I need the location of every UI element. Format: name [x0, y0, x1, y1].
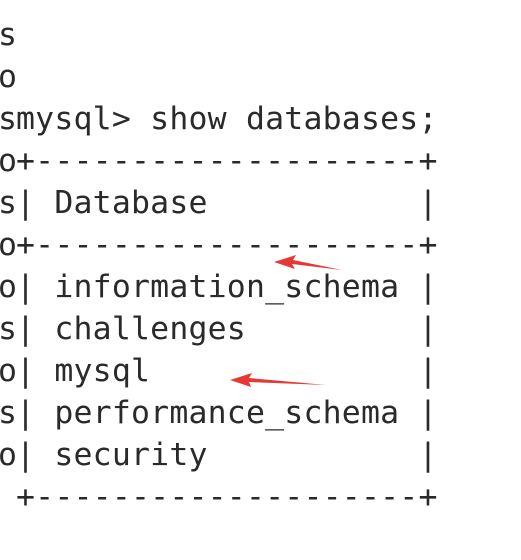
table-row: o | information_schema | [0, 182, 437, 305]
table-row: o | performance_schema | [0, 308, 437, 431]
table-row: o | challenges | [0, 224, 437, 347]
table-row: s | security | [0, 350, 437, 473]
row-security: | security | [16, 437, 438, 473]
table-top-border: s +--------------------+ [0, 56, 437, 179]
terminal-window[interactable]: s o mysql> show databases; s +----------… [0, 0, 521, 515]
row-performance-schema: | performance_schema | [16, 395, 438, 431]
table-header-row: o | Database | [0, 98, 437, 221]
mysql-command: mysql> show databases; [16, 101, 438, 137]
table-bottom-border: o +--------------------+ [0, 392, 437, 515]
border-line: +--------------------+ [16, 227, 438, 263]
row-information-schema: | information_schema | [16, 269, 438, 305]
row-challenges: | challenges | [16, 311, 438, 347]
table-header-border: s +--------------------+ [0, 140, 437, 263]
border-line: +--------------------+ [16, 479, 438, 515]
terminal-top-fragment: s [0, 0, 76, 53]
table-row: s | mysql | [0, 266, 437, 389]
gutter-char: o [0, 437, 16, 473]
prompt-line: o mysql> show databases; [0, 14, 437, 137]
border-line: +--------------------+ [16, 143, 438, 179]
row-mysql: | mysql | [16, 353, 438, 389]
column-header-database: | Database | [16, 185, 438, 221]
